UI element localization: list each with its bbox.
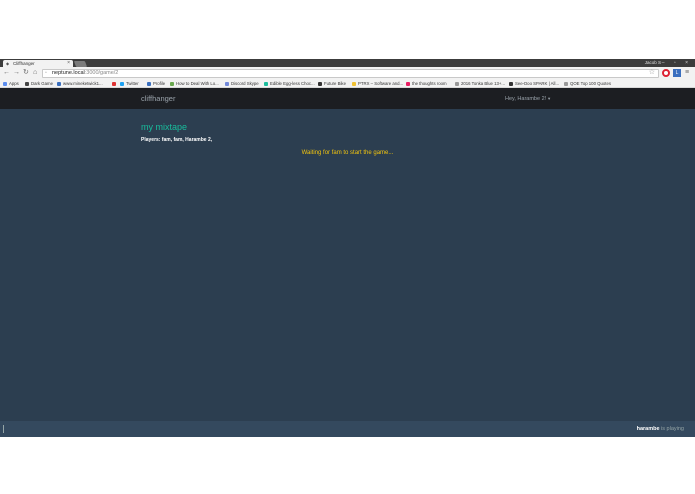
tab-title: Cliffhanger [13,61,35,66]
bookmark-item[interactable]: Profile [147,79,166,87]
caret-down-icon: ▼ [547,96,552,101]
playing-status: harambe is playing [637,425,684,433]
url-path: :3000/game/2 [84,70,119,76]
bookmark-favicon-icon [264,81,268,86]
game-title: my mixtape [141,122,188,132]
back-icon[interactable]: ← [3,68,10,78]
bookmark-item[interactable]: the thoughts room [406,79,447,87]
bookmark-label: Twitter [126,81,139,86]
bookmark-favicon-icon [225,81,229,86]
bookmark-item[interactable]: Discord Skype [225,79,259,87]
bookmark-favicon-icon [170,81,174,86]
bookmark-item[interactable]: QOE Top 100 Quotes [564,79,612,87]
bookmark-label: PTRX – Software and... [358,81,404,86]
bookmark-item[interactable]: How to Deal With Lo... [170,79,219,87]
user-menu[interactable]: Hey, Harambe 2!▼ [505,93,551,105]
bookmark-label: www.mineketwick1... [63,81,103,86]
bookmark-item[interactable]: www.mineketwick1... [57,79,103,87]
user-greeting: Hey, Harambe 2! [505,96,547,102]
forward-icon[interactable]: → [13,68,20,78]
profile-name[interactable]: Jacob S [645,59,661,67]
bookmark-favicon-icon [25,81,29,86]
bookmark-favicon-icon [509,81,513,86]
status-footer: harambe is playing [0,421,695,437]
chrome-menu-icon[interactable]: ≡ [685,68,689,77]
footer-handle [3,425,4,433]
url-host: neptune.local [52,70,85,76]
bookmark-item[interactable]: Apps [3,79,19,87]
bookmark-favicon-icon [564,81,568,86]
bookmark-favicon-icon [3,81,7,86]
bookmark-label: Future Bike [324,81,346,86]
tab-favicon-icon: ◆ [6,60,10,66]
bookmark-label: the thoughts room [412,81,447,86]
bookmark-favicon-icon [406,81,410,86]
bookmark-favicon-icon [120,81,124,86]
bookmark-label: QOE Top 100 Quotes [570,81,612,86]
bookmarks-bar: Apps Dark Game www.mineketwick1... Twitter P… [0,79,695,88]
game-lobby: my mixtape Players: fam, fam, Harambe 2,… [0,109,695,421]
playing-username: harambe [636,426,660,432]
bookmark-favicon-icon [147,81,151,86]
bookmark-favicon-icon [455,81,459,86]
players-list: Players: fam, fam, Harambe 2, [141,137,213,143]
playing-suffix: is playing [659,426,684,432]
bookmark-label: Apps [9,81,19,86]
bookmark-item[interactable]: Edible Egg-less Choc... [264,79,315,87]
address-bar[interactable]: ▫ neptune.local:3000/game/2 ☆ [42,69,659,78]
bookmark-item[interactable]: Future Bike [318,79,346,87]
bookmark-favicon-icon [57,81,61,86]
browser-tab[interactable]: ◆ Cliffhanger × [3,60,73,67]
waiting-message: Waiting for fam to start the game... [301,150,394,156]
close-tab-icon[interactable]: × [67,60,70,67]
bookmark-label: Profile [153,81,166,86]
bookmark-star-icon[interactable]: ☆ [649,69,655,76]
bookmark-label: Edible Egg-less Choc... [270,81,315,86]
bookmark-favicon-icon [318,81,322,86]
browser-toolbar: ← → ↻ ⌂ ▫ neptune.local:3000/game/2 ☆ L … [0,67,695,79]
opera-extension-icon[interactable] [662,69,670,77]
brand-link[interactable]: cliffhanger [141,93,175,104]
bookmark-item[interactable]: Twitter [120,79,139,87]
page-info-icon[interactable]: ▫ [45,70,47,77]
extension-icon[interactable]: L [673,69,681,77]
bookmark-item[interactable]: Dark Game [25,79,53,87]
bookmark-favicon-icon [352,81,356,86]
tab-bar: ◆ Cliffhanger × Jacob S – ▫ × [0,59,695,67]
bookmark-label: 2016 Tonka Blue 13+... [461,81,505,86]
bookmark-label: How to Deal With Lo... [176,81,219,86]
bookmark-item[interactable]: See-Doo SPARK | All... [509,79,560,87]
bookmark-label: Dark Game [31,81,53,86]
home-icon[interactable]: ⌂ [33,68,37,78]
bookmark-favicon-icon [112,81,116,86]
bookmark-label: Discord Skype [231,81,259,86]
window-controls[interactable]: – ▫ × [662,59,692,67]
browser-window: ◆ Cliffhanger × Jacob S – ▫ × ← → ↻ ⌂ ▫ … [0,59,695,437]
bookmark-item[interactable]: 2016 Tonka Blue 13+... [455,79,505,87]
bookmark-item[interactable] [112,79,118,87]
app-navbar: cliffhanger Hey, Harambe 2!▼ [0,88,695,109]
bookmark-label: See-Doo SPARK | All... [515,81,560,86]
reload-icon[interactable]: ↻ [23,68,29,78]
bookmark-item[interactable]: PTRX – Software and... [352,79,404,87]
